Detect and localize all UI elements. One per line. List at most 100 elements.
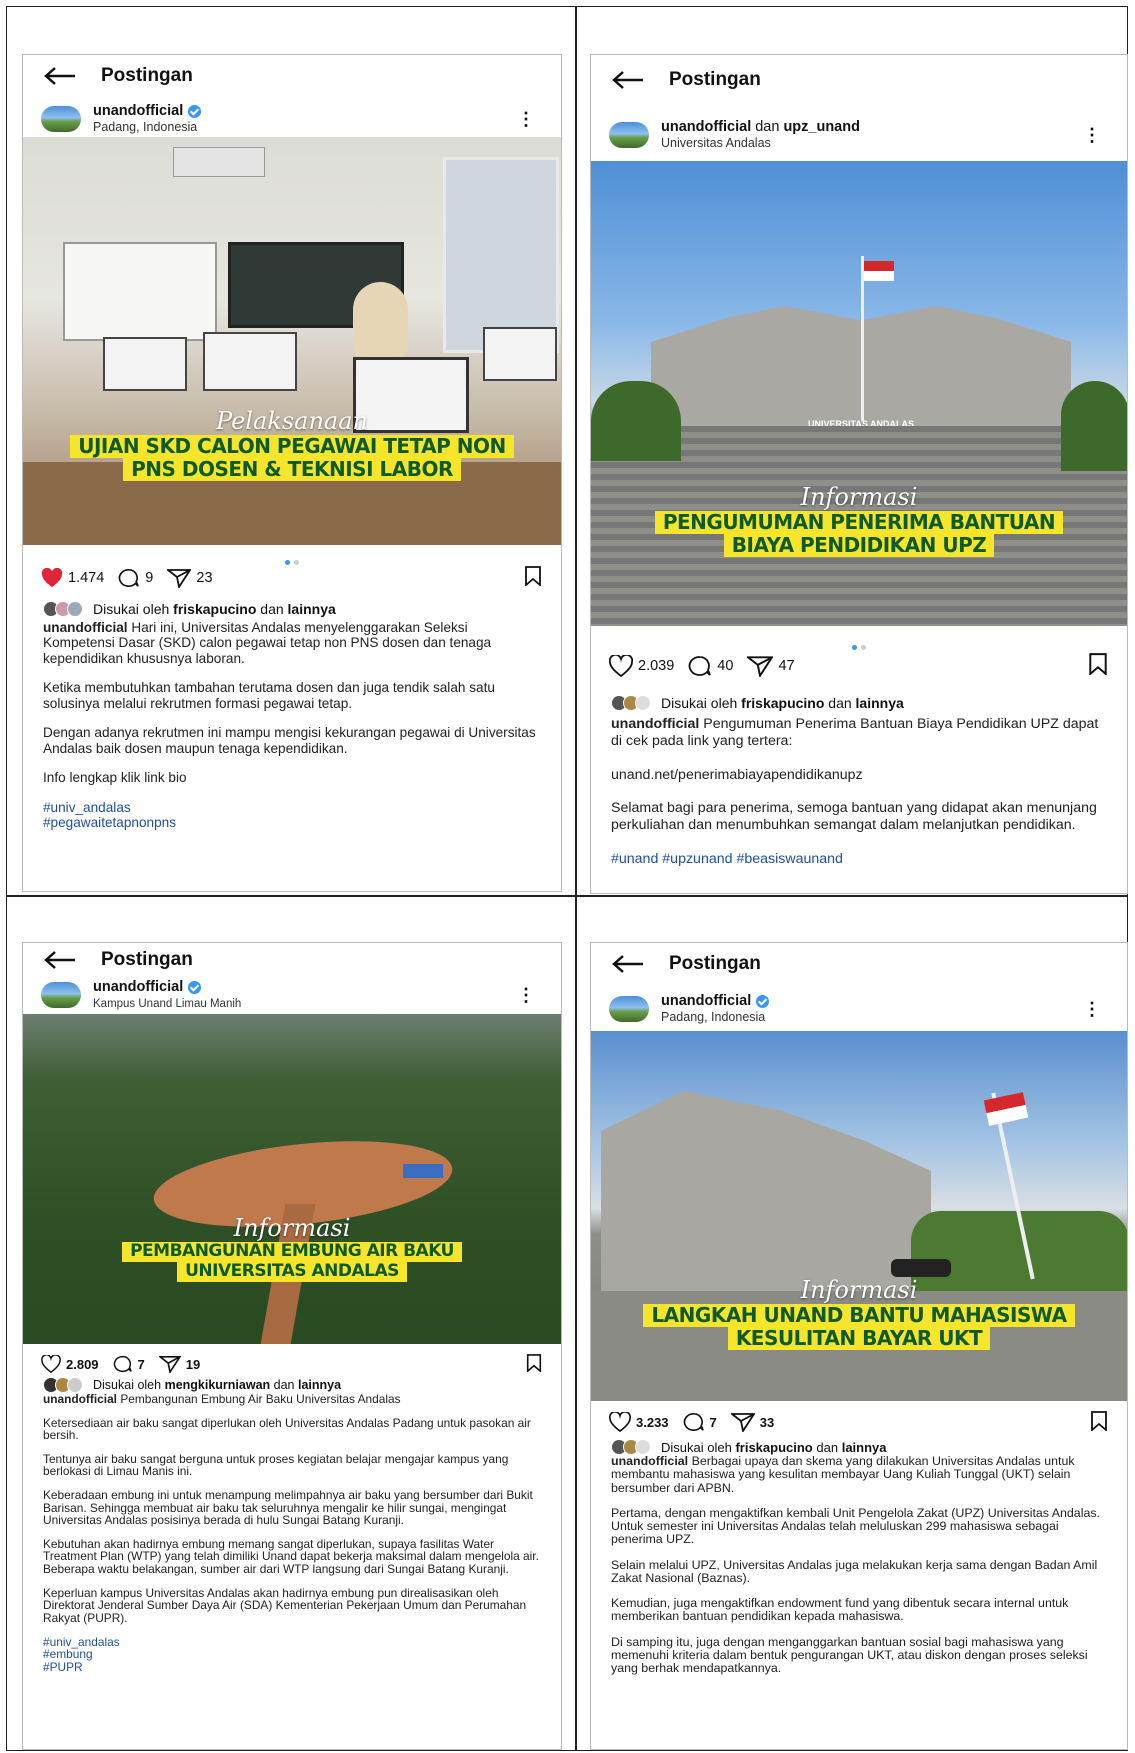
tree <box>1061 381 1127 471</box>
account-name-2[interactable]: upz_unand <box>783 119 860 135</box>
caption-paragraph: Keberadaan embung ini untuk menampung me… <box>43 1488 533 1528</box>
banner-script: Informasi <box>800 1276 918 1304</box>
bookmark-icon[interactable] <box>523 566 543 590</box>
bookmark-icon[interactable] <box>525 1353 543 1375</box>
share-button[interactable]: 23 <box>167 568 213 588</box>
banner-script: Informasi <box>800 483 918 511</box>
like-button[interactable]: 1.474 <box>41 568 104 588</box>
post-panel-3: Postingan unandofficial Kampus Unand Lim… <box>22 942 562 1750</box>
post-image[interactable]: Pelaksanaan UJIAN SKD CALON PEGAWAI TETA… <box>23 137 561 545</box>
liked-others[interactable]: lainnya <box>298 1378 341 1392</box>
more-options-icon[interactable]: ⋮ <box>1083 125 1101 146</box>
like-count: 2.809 <box>66 1356 99 1372</box>
share-button[interactable]: 33 <box>730 1412 774 1432</box>
bookmark-icon[interactable] <box>1087 653 1109 679</box>
comment-button[interactable]: 9 <box>118 568 153 588</box>
like-count: 2.039 <box>638 658 675 674</box>
avatar[interactable] <box>41 982 81 1008</box>
liked-user[interactable]: mengkikurniawan <box>165 1378 271 1392</box>
action-row: 2.809 7 19 <box>41 1351 543 1377</box>
page-title: Postingan <box>101 65 193 86</box>
liked-others[interactable]: lainnya <box>842 1440 887 1455</box>
banner-line: KESULITAN BAYAR UKT <box>727 1327 991 1350</box>
flag <box>864 261 894 281</box>
post-caption: unandofficial Hari ini, Universitas Anda… <box>43 620 541 831</box>
liker-avatars <box>43 1377 83 1393</box>
banner-line: PNS DOSEN & TEKNISI LABOR <box>123 458 461 481</box>
more-options-icon[interactable]: ⋮ <box>517 985 535 1006</box>
avatar[interactable] <box>41 106 81 132</box>
liked-others[interactable]: lainnya <box>288 601 336 617</box>
more-options-icon[interactable]: ⋮ <box>517 109 535 130</box>
caption-user[interactable]: unandofficial <box>611 716 699 732</box>
back-arrow-icon[interactable] <box>43 950 77 970</box>
liked-prefix: Disukai oleh <box>661 695 738 711</box>
heart-icon <box>41 1355 61 1373</box>
avatar[interactable] <box>609 122 649 148</box>
caption-paragraph: Selain melalui UPZ, Universitas Andalas … <box>611 1557 1098 1585</box>
back-arrow-icon[interactable] <box>611 954 645 974</box>
caption-user[interactable]: unandofficial <box>611 1454 688 1468</box>
caption-link[interactable]: unand.net/penerimabiayapendidikanupz <box>611 767 1107 784</box>
liked-others[interactable]: lainnya <box>856 695 904 711</box>
more-options-icon[interactable]: ⋮ <box>1083 999 1101 1020</box>
avatar[interactable] <box>609 996 649 1022</box>
hashtag[interactable]: #univ_andalas <box>43 800 541 815</box>
caption-user[interactable]: unandofficial <box>43 620 128 635</box>
person <box>353 282 408 357</box>
caption-user[interactable]: unandofficial <box>43 1392 117 1406</box>
post-header: Postingan <box>23 943 561 977</box>
account-row: unandofficial dan upz_unand Universitas An… <box>591 113 1127 157</box>
account-row: unandofficial Padang, Indonesia ⋮ <box>23 97 561 141</box>
post-panel-1: Postingan unandofficial Padang, Indonesi… <box>22 54 562 892</box>
like-count: 1.474 <box>68 570 105 586</box>
post-caption: unandofficial Pembangunan Embung Air Bak… <box>43 1393 541 1673</box>
comment-icon <box>118 568 140 587</box>
liked-user[interactable]: friskapucino <box>741 695 824 711</box>
liked-by: Disukai oleh friskapucino dan lainnya <box>43 601 541 617</box>
hashtag[interactable]: #univ_andalas <box>43 1635 541 1649</box>
liker-avatars <box>611 1439 651 1455</box>
account-name[interactable]: unandofficial <box>661 993 751 1009</box>
action-row: 1.474 9 23 <box>41 565 543 591</box>
liked-prefix: Disukai oleh <box>661 1439 732 1455</box>
post-image[interactable]: UNIVERSITAS ANDALAS Informasi PENGUMUMAN… <box>591 161 1127 626</box>
carousel-indicator <box>23 552 561 565</box>
post-location[interactable]: Padang, Indonesia <box>661 1010 769 1024</box>
post-caption: unandofficial Pengumuman Penerima Bantua… <box>611 716 1107 868</box>
banner-line: BIAYA PENDIDIKAN UPZ <box>723 534 995 557</box>
back-arrow-icon[interactable] <box>43 66 77 86</box>
send-icon <box>730 1413 755 1432</box>
hashtag[interactable]: #PUPR <box>43 1661 541 1674</box>
send-icon <box>158 1355 181 1373</box>
building <box>601 1091 931 1291</box>
post-location[interactable]: Padang, Indonesia <box>93 120 201 134</box>
post-location[interactable]: Universitas Andalas <box>661 136 860 150</box>
comment-button[interactable]: 7 <box>113 1355 145 1373</box>
hashtag[interactable]: #embung <box>43 1648 541 1661</box>
post-image[interactable]: Informasi PEMBANGUNAN EMBUNG AIR BAKU UN… <box>23 1014 561 1344</box>
account-name[interactable]: unandofficial <box>93 980 183 995</box>
account-name[interactable]: unandofficial <box>661 119 751 135</box>
share-button[interactable]: 47 <box>747 655 795 677</box>
liker-avatars <box>611 695 651 711</box>
comment-button[interactable]: 7 <box>683 1412 717 1432</box>
page-title: Postingan <box>669 953 761 974</box>
post-image[interactable]: Informasi LANGKAH UNAND BANTU MAHASISWA … <box>591 1031 1127 1401</box>
liked-user[interactable]: friskapucino <box>735 1440 812 1455</box>
like-button[interactable]: 3.233 <box>609 1412 669 1432</box>
bookmark-icon[interactable] <box>1089 1410 1109 1434</box>
hashtag[interactable]: #pegawaitetapnonpns <box>43 815 541 830</box>
share-count: 47 <box>778 658 795 674</box>
account-name[interactable]: unandofficial <box>93 103 183 119</box>
liked-prefix: Disukai oleh <box>93 1378 162 1392</box>
post-location[interactable]: Kampus Unand Limau Manih <box>93 998 241 1010</box>
liked-user[interactable]: friskapucino <box>173 601 256 617</box>
back-arrow-icon[interactable] <box>611 70 645 90</box>
like-button[interactable]: 2.039 <box>609 655 674 677</box>
hashtag[interactable]: #unand #upzunand #beasiswaunand <box>611 851 1107 868</box>
share-button[interactable]: 19 <box>158 1355 200 1373</box>
carousel-indicator <box>591 637 1127 650</box>
like-button[interactable]: 2.809 <box>41 1355 99 1373</box>
comment-button[interactable]: 40 <box>688 655 733 677</box>
